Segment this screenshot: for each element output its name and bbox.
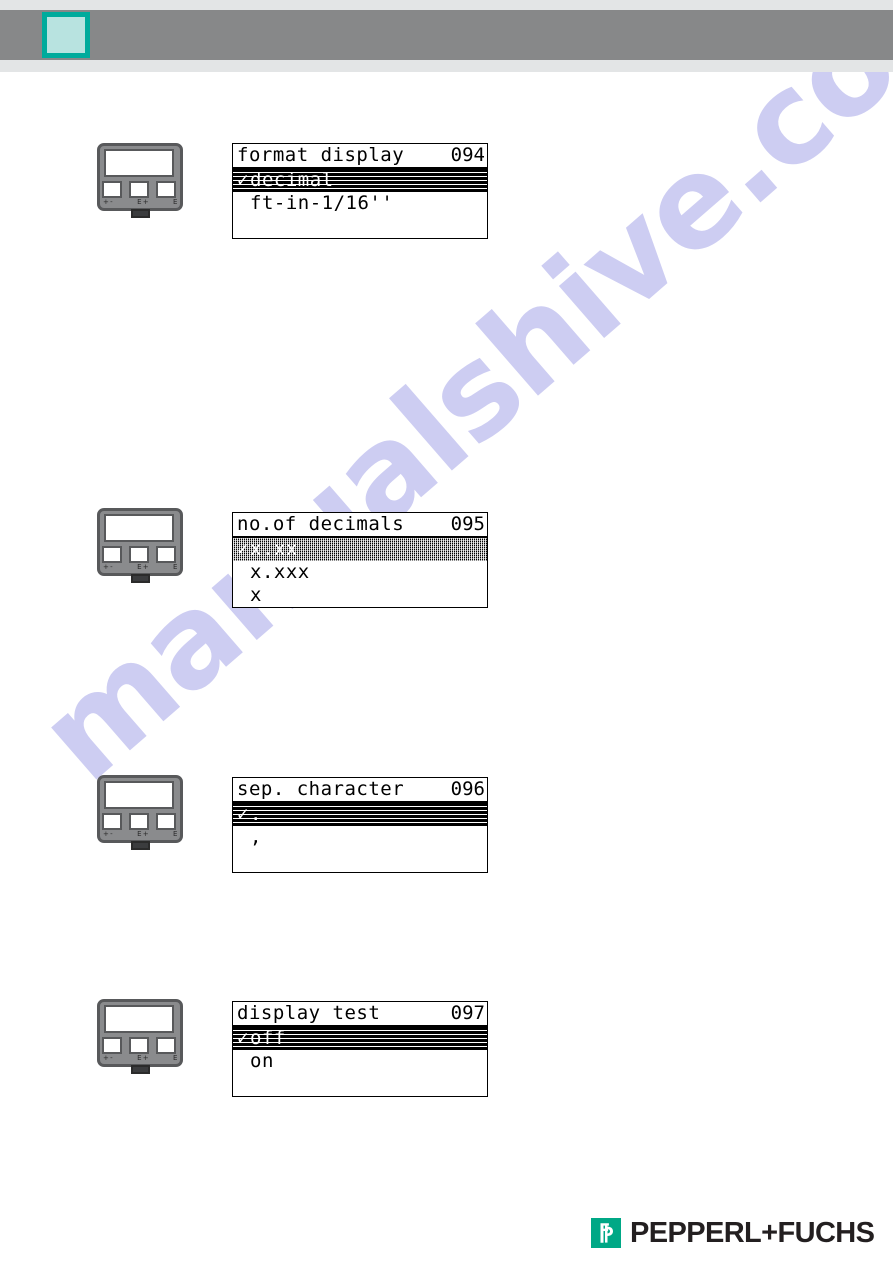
device-screen: [104, 781, 174, 809]
device-key-labels: + - E + E: [103, 830, 177, 838]
lcd-option-label: x: [250, 584, 262, 606]
device-key-label-3: E: [173, 198, 177, 206]
lcd-option-row[interactable]: [233, 1073, 487, 1096]
device-connector: [131, 1065, 150, 1074]
lcd-panel-096: sep. character 096 ✓. ,: [232, 777, 488, 873]
device-key-2[interactable]: [129, 1037, 149, 1054]
checkmark-placeholder: [237, 584, 250, 607]
checkmark-icon: ✓: [237, 169, 249, 191]
lcd-title-row: format display 094: [233, 144, 487, 169]
device-key-labels: + - E + E: [103, 198, 177, 206]
device-screen: [104, 1005, 174, 1033]
device-screen: [104, 149, 174, 177]
lcd-option-row[interactable]: ✓.: [233, 803, 487, 826]
device-key-label-1: + -: [103, 1054, 113, 1062]
lcd-option-row[interactable]: ,: [233, 826, 487, 849]
lcd-option-label: on: [250, 1050, 274, 1072]
device-key-label-2: E +: [137, 830, 149, 838]
device-key-1[interactable]: [102, 1037, 122, 1054]
lcd-title-label: format display: [237, 144, 405, 166]
lcd-parameter-id: 094: [450, 144, 485, 166]
device-key-1[interactable]: [102, 546, 122, 563]
checkmark-icon: ✓: [237, 538, 249, 560]
checkmark-icon: ✓: [237, 1027, 249, 1049]
display-module-icon: + - E + E: [97, 508, 183, 592]
lcd-parameter-id: 097: [450, 1002, 485, 1024]
lcd-option-label: x.xxx: [250, 561, 310, 583]
lcd-title-row: display test 097: [233, 1002, 487, 1027]
lcd-option-label: off: [250, 1027, 286, 1049]
lcd-option-label: x.xx: [250, 538, 298, 560]
lcd-option-label: ft-in-1/16'': [250, 192, 394, 214]
device-key-label-3: E: [173, 830, 177, 838]
checkmark-placeholder: [237, 826, 250, 849]
device-screen: [104, 514, 174, 542]
lcd-panel-095: no.of decimals 095 ✓x.xx x.xxx x: [232, 512, 488, 608]
lcd-option-row[interactable]: x: [233, 584, 487, 607]
device-connector: [131, 209, 150, 218]
lcd-parameter-id: 096: [450, 778, 485, 800]
checkmark-placeholder: [237, 215, 250, 238]
device-key-1[interactable]: [102, 813, 122, 830]
device-key-label-2: E +: [137, 198, 149, 206]
lcd-parameter-id: 095: [450, 513, 485, 535]
page-content: + -E + Eformat display 094 ✓decimal ft-in-1…: [0, 0, 893, 1263]
display-module-icon: + - E + E: [97, 775, 183, 859]
display-module-icon: + - E + E: [97, 999, 183, 1083]
lcd-title-label: display test: [237, 1002, 381, 1024]
device-key-2[interactable]: [129, 546, 149, 563]
device-connector: [131, 574, 150, 583]
lcd-panel-097: display test 097 ✓off on: [232, 1001, 488, 1097]
lcd-option-row[interactable]: ✓off: [233, 1027, 487, 1050]
checkmark-placeholder: [237, 1073, 250, 1096]
lcd-option-label: .: [250, 803, 262, 825]
lcd-option-row[interactable]: on: [233, 1050, 487, 1073]
device-key-1[interactable]: [102, 181, 122, 198]
device-key-label-1: + -: [103, 563, 113, 571]
device-key-label-1: + -: [103, 830, 113, 838]
device-key-label-3: E: [173, 1054, 177, 1062]
pepperl-fuchs-mark-icon: [591, 1218, 621, 1248]
device-key-3[interactable]: [156, 813, 176, 830]
lcd-option-row[interactable]: ✓x.xx: [233, 538, 487, 561]
checkmark-placeholder: [237, 561, 250, 584]
lcd-panel-094: format display 094 ✓decimal ft-in-1/16'': [232, 143, 488, 239]
device-key-3[interactable]: [156, 546, 176, 563]
checkmark-placeholder: [237, 1050, 250, 1073]
lcd-option-label: ,: [250, 826, 262, 848]
checkmark-icon: ✓: [237, 803, 249, 825]
lcd-title-row: sep. character 096: [233, 778, 487, 803]
device-key-labels: + - E + E: [103, 1054, 177, 1062]
lcd-option-row[interactable]: ✓decimal: [233, 169, 487, 192]
device-key-label-2: E +: [137, 1054, 149, 1062]
lcd-option-row[interactable]: [233, 215, 487, 238]
device-key-3[interactable]: [156, 181, 176, 198]
device-key-label-3: E: [173, 563, 177, 571]
device-key-2[interactable]: [129, 813, 149, 830]
lcd-title-row: no.of decimals 095: [233, 513, 487, 538]
device-key-3[interactable]: [156, 1037, 176, 1054]
device-key-2[interactable]: [129, 181, 149, 198]
device-key-label-2: E +: [137, 563, 149, 571]
lcd-option-row[interactable]: ft-in-1/16'': [233, 192, 487, 215]
checkmark-placeholder: [237, 849, 250, 872]
display-module-icon: + - E + E: [97, 143, 183, 227]
lcd-title-label: no.of decimals: [237, 513, 405, 535]
brand-logo: PEPPERL+FUCHS: [591, 1216, 875, 1250]
lcd-option-row[interactable]: x.xxx: [233, 561, 487, 584]
lcd-title-label: sep. character: [237, 778, 405, 800]
device-key-labels: + - E + E: [103, 563, 177, 571]
brand-wordmark: PEPPERL+FUCHS: [630, 1217, 875, 1249]
checkmark-placeholder: [237, 192, 250, 215]
lcd-option-label: decimal: [250, 169, 334, 191]
device-key-label-1: + -: [103, 198, 113, 206]
device-connector: [131, 841, 150, 850]
lcd-option-row[interactable]: [233, 849, 487, 872]
